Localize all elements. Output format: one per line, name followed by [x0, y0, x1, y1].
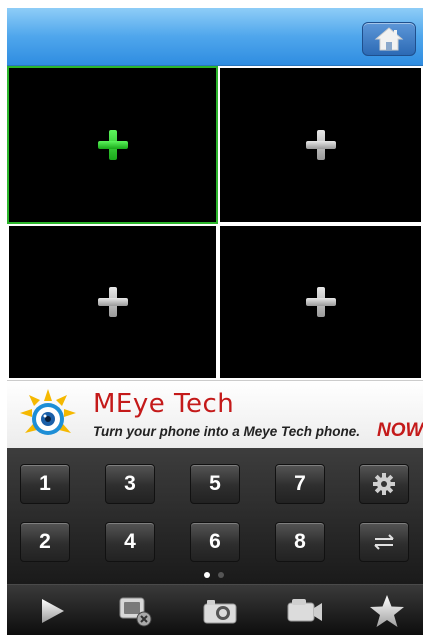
play-icon: [42, 599, 64, 623]
swap-arrows-icon: [374, 534, 394, 550]
swap-button[interactable]: [359, 522, 409, 562]
home-button[interactable]: [362, 22, 416, 56]
favorites-button[interactable]: [357, 591, 417, 631]
video-cell-4[interactable]: [218, 224, 423, 380]
ad-cta: NOW !: [377, 420, 423, 441]
channel-key-4[interactable]: 4: [105, 522, 155, 562]
ad-tagline: Turn your phone into a Meye Tech phone.: [93, 424, 361, 439]
channel-keypad: 1 3 5 7 2 4 6 8: [7, 448, 423, 584]
video-camera-icon: [287, 599, 322, 622]
gear-icon: [373, 473, 395, 495]
record-button[interactable]: [275, 591, 335, 631]
play-button[interactable]: [22, 591, 82, 631]
settings-button[interactable]: [359, 464, 409, 504]
channel-key-3[interactable]: 3: [105, 464, 155, 504]
page-dot-1[interactable]: [204, 572, 210, 578]
add-camera-icon: [305, 287, 336, 317]
channel-key-5[interactable]: 5: [190, 464, 240, 504]
channel-key-1[interactable]: 1: [20, 464, 70, 504]
ad-title: MEye Tech: [93, 389, 235, 419]
eye-logo-icon: [20, 389, 76, 435]
channel-key-2[interactable]: 2: [20, 522, 70, 562]
video-cell-3[interactable]: [7, 224, 218, 380]
top-bar: [7, 8, 423, 66]
video-cell-1[interactable]: [7, 66, 218, 224]
add-camera-icon: [97, 130, 128, 160]
channel-key-7[interactable]: 7: [275, 464, 325, 504]
add-camera-icon: [305, 130, 336, 160]
close-view-button[interactable]: [105, 591, 165, 631]
channel-key-6[interactable]: 6: [190, 522, 240, 562]
page-dot-2[interactable]: [218, 572, 224, 578]
add-camera-icon: [97, 287, 128, 317]
close-view-icon: [119, 597, 152, 627]
video-grid: [7, 66, 423, 380]
page-indicator: [204, 572, 224, 578]
camera-icon: [203, 600, 237, 624]
home-icon: [374, 27, 404, 51]
bottom-toolbar: [7, 584, 423, 635]
snapshot-button[interactable]: [190, 591, 250, 631]
channel-key-8[interactable]: 8: [275, 522, 325, 562]
star-icon: [370, 595, 404, 627]
ad-banner[interactable]: MEye Tech Turn your phone into a Meye Te…: [7, 380, 423, 448]
video-cell-2[interactable]: [218, 66, 423, 224]
